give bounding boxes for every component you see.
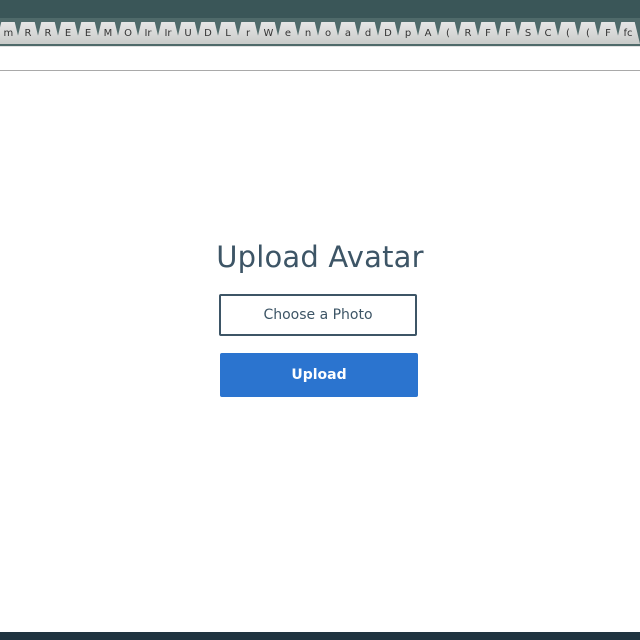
browser-tab[interactable]: R [456, 22, 480, 44]
browser-tab-label: o [324, 28, 332, 39]
browser-tab[interactable]: n [296, 22, 320, 44]
browser-tab-label: ( [566, 28, 570, 39]
browser-tab-label: C [544, 28, 552, 39]
browser-tab[interactable]: fc [616, 22, 640, 44]
browser-tab[interactable]: D [196, 22, 220, 44]
browser-tab[interactable]: R [16, 22, 40, 44]
browser-tab[interactable]: F [476, 22, 500, 44]
browser-tab[interactable]: d [356, 22, 380, 44]
browser-tab-label: U [184, 28, 192, 39]
browser-tab[interactable]: S [516, 22, 540, 44]
browser-tab-label: W [263, 28, 273, 39]
browser-tab-label: a [344, 28, 352, 39]
browser-tab[interactable]: Ir [156, 22, 180, 44]
browser-tab[interactable]: ( [576, 22, 600, 44]
browser-tab-label: R [44, 28, 52, 39]
browser-tab[interactable]: O [116, 22, 140, 44]
browser-tab-label: D [384, 28, 392, 39]
browser-tab-label: Ir [164, 28, 172, 39]
browser-tab-label: A [424, 28, 432, 39]
browser-tab[interactable]: R [36, 22, 60, 44]
browser-tab-label: n [304, 28, 312, 39]
browser-tab-label: r [245, 28, 251, 39]
taskbar [0, 632, 640, 640]
browser-tab-label: L [225, 28, 231, 39]
browser-tab-label: E [84, 28, 92, 39]
browser-tab[interactable]: ( [436, 22, 460, 44]
browser-tab[interactable]: F [496, 22, 520, 44]
browser-tab-label: Ir [144, 28, 152, 39]
browser-tab[interactable]: A [416, 22, 440, 44]
browser-tab-label: F [605, 28, 611, 39]
browser-tab-label: ( [586, 28, 590, 39]
browser-tab-label: d [364, 28, 372, 39]
address-bar[interactable] [0, 46, 640, 73]
window-titlebar [0, 0, 640, 19]
browser-tab-label: fc [623, 28, 633, 39]
browser-tab-label: S [524, 28, 532, 39]
browser-tab-label: E [64, 28, 72, 39]
browser-tab-label: M [103, 28, 113, 39]
browser-tab[interactable]: e [276, 22, 300, 44]
browser-window: m R R E E M O Ir Ir U D Lr We n o a d Dp A(R F F S C((Ffc Uplo… [0, 0, 640, 640]
browser-tab[interactable]: Ir [136, 22, 160, 44]
tab-strip: m R R E E M O Ir Ir U D Lr We n o a d Dp A(R F F S C((Ffc [0, 18, 640, 46]
browser-tab-label: O [124, 28, 132, 39]
browser-tab-label: F [505, 28, 511, 39]
choose-photo-button[interactable]: Choose a Photo [219, 294, 417, 336]
browser-tab-label: e [284, 28, 292, 39]
browser-tab[interactable]: D [376, 22, 400, 44]
browser-tab-label: ( [446, 28, 450, 39]
browser-tab[interactable]: L [216, 22, 240, 44]
page-title: Upload Avatar [216, 240, 424, 274]
page-content: Upload Avatar Choose a Photo Upload [0, 72, 640, 632]
browser-tab-label: R [24, 28, 32, 39]
browser-tab[interactable]: M [96, 22, 120, 44]
browser-tab[interactable]: o [316, 22, 340, 44]
browser-tab[interactable]: a [336, 22, 360, 44]
browser-tab[interactable]: U [176, 22, 200, 44]
browser-tab-label: m [3, 28, 13, 39]
browser-tab-label: D [204, 28, 212, 39]
browser-tab[interactable]: F [596, 22, 620, 44]
browser-tab-label: R [464, 28, 472, 39]
toolbar-divider [0, 70, 640, 71]
browser-tab[interactable]: ( [556, 22, 580, 44]
browser-tab[interactable]: C [536, 22, 560, 44]
browser-tab-label: F [485, 28, 491, 39]
browser-tab[interactable]: E [76, 22, 100, 44]
browser-tab-label: p [404, 28, 412, 39]
browser-tab[interactable]: E [56, 22, 80, 44]
upload-button[interactable]: Upload [220, 353, 418, 397]
browser-tab[interactable]: W [256, 22, 280, 44]
browser-tab[interactable]: p [396, 22, 420, 44]
browser-tab[interactable]: r [236, 22, 260, 44]
